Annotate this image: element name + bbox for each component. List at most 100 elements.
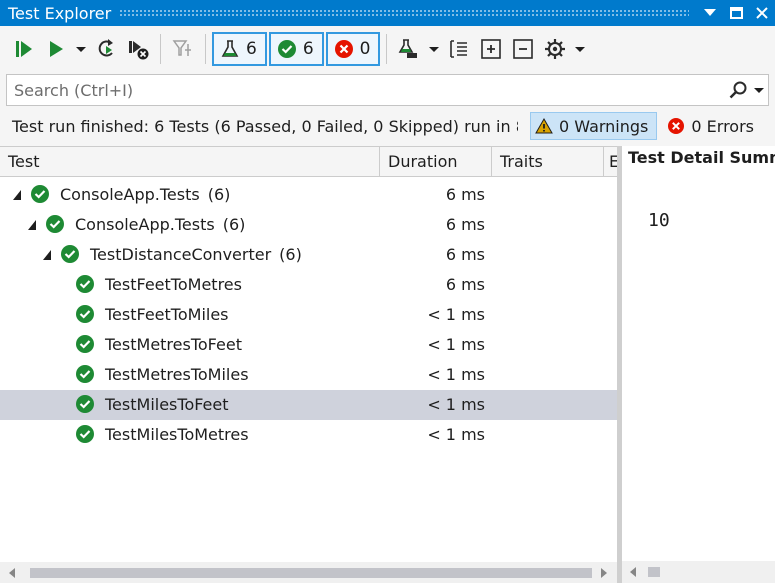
test-row[interactable]: TestMetresToFeet < 1 ms — [0, 330, 617, 360]
test-row[interactable]: ConsoleApp.Tests (6) 6 ms — [0, 210, 617, 240]
scrollbar-thumb[interactable] — [30, 568, 592, 578]
passed-tests-count: 6 — [302, 39, 314, 59]
test-name-text: TestMilesToMetres — [105, 425, 249, 444]
gear-icon[interactable] — [539, 33, 571, 65]
test-count: (6) — [207, 185, 231, 204]
horizontal-scrollbar[interactable] — [0, 562, 617, 583]
detail-title: Test Detail Summary — [628, 148, 775, 167]
test-count: (6) — [222, 215, 246, 234]
playlist-icon[interactable] — [393, 33, 425, 65]
run-summary: Test run finished: 6 Tests (6 Passed, 0 … — [12, 116, 518, 136]
detail-horizontal-scrollbar[interactable] — [622, 561, 775, 583]
passed-icon — [76, 335, 94, 353]
filter-icon[interactable] — [167, 33, 199, 65]
column-header-traits[interactable]: Traits — [492, 147, 604, 177]
test-name-text: ConsoleApp.Tests — [60, 185, 200, 204]
title-bar: Test Explorer — [0, 0, 775, 26]
passed-icon — [31, 185, 49, 203]
detail-value: 10 — [648, 210, 670, 231]
expand-triangle-icon[interactable] — [42, 249, 52, 261]
run-icon[interactable] — [40, 33, 72, 65]
test-name: TestMilesToFeet — [105, 390, 229, 420]
test-name: TestFeetToMiles — [105, 300, 229, 330]
passed-icon — [76, 425, 94, 443]
test-duration: < 1 ms — [427, 305, 485, 324]
drag-grip[interactable] — [119, 9, 689, 17]
toolbar: 6 6 0 — [0, 26, 775, 72]
test-name-text: ConsoleApp.Tests — [75, 215, 215, 234]
test-row[interactable]: TestMilesToMetres < 1 ms — [0, 420, 617, 450]
repeat-last-run-icon[interactable] — [90, 33, 122, 65]
test-name: TestMilesToMetres — [105, 420, 249, 450]
status-bar: Test run finished: 6 Tests (6 Passed, 0 … — [0, 110, 775, 142]
test-duration: < 1 ms — [427, 425, 485, 444]
list-header: Test Duration Traits E — [0, 147, 617, 177]
test-name-text: TestMetresToFeet — [105, 335, 242, 354]
expand-triangle-icon[interactable] — [27, 219, 37, 231]
test-name: ConsoleApp.Tests (6) — [60, 180, 230, 210]
passed-icon — [76, 365, 94, 383]
passed-tests-filter[interactable]: 6 — [268, 32, 324, 66]
passed-icon — [76, 305, 94, 323]
run-all-icon[interactable] — [8, 33, 40, 65]
warnings-button[interactable]: 0 Warnings — [530, 112, 658, 140]
column-header-error[interactable]: E — [604, 147, 617, 177]
test-duration: 6 ms — [445, 185, 485, 204]
test-name: ConsoleApp.Tests (6) — [75, 210, 245, 240]
playlist-dropdown-icon[interactable] — [425, 33, 443, 65]
total-tests-count: 6 — [246, 39, 257, 59]
test-duration: < 1 ms — [427, 395, 485, 414]
failed-tests-filter[interactable]: 0 — [325, 32, 381, 66]
search-input[interactable] — [14, 80, 726, 100]
failed-icon — [334, 40, 353, 58]
dropdown-icon[interactable] — [697, 0, 723, 26]
passed-icon — [76, 275, 94, 293]
test-row[interactable]: TestFeetToMetres 6 ms — [0, 270, 617, 300]
passed-icon — [61, 245, 79, 263]
flask-icon — [221, 40, 239, 57]
scrollbar-thumb[interactable] — [648, 567, 660, 577]
expand-all-icon[interactable] — [475, 33, 507, 65]
errors-label: 0 Errors — [691, 116, 754, 136]
expand-triangle-icon[interactable] — [12, 189, 22, 201]
passed-icon — [46, 215, 64, 233]
search-options-dropdown-icon[interactable] — [750, 87, 768, 93]
test-name-text: TestDistanceConverter — [90, 245, 272, 264]
test-detail-panel: Test Detail Summary 10 — [622, 146, 775, 583]
collapse-all-icon[interactable] — [507, 33, 539, 65]
group-by-icon[interactable] — [443, 33, 475, 65]
test-row[interactable]: TestFeetToMiles < 1 ms — [0, 300, 617, 330]
errors-button[interactable]: 0 Errors — [667, 117, 754, 136]
test-list: Test Duration Traits E ConsoleApp.Tests (… — [0, 146, 617, 583]
scroll-left-icon[interactable] — [630, 567, 636, 577]
column-header-duration[interactable]: Duration — [380, 147, 492, 177]
search-box — [6, 74, 769, 106]
test-duration: 6 ms — [445, 245, 485, 264]
test-name: TestMetresToFeet — [105, 330, 242, 360]
scroll-left-icon[interactable] — [9, 568, 15, 578]
test-row[interactable]: ConsoleApp.Tests (6) 6 ms — [0, 180, 617, 210]
close-icon[interactable] — [749, 0, 775, 26]
test-row[interactable]: TestMetresToMiles < 1 ms — [0, 360, 617, 390]
test-row[interactable]: TestMilesToFeet < 1 ms — [0, 390, 617, 420]
maximize-icon[interactable] — [723, 0, 749, 26]
column-header-test[interactable]: Test — [0, 147, 380, 177]
test-duration: 6 ms — [445, 275, 485, 294]
test-row[interactable]: TestDistanceConverter (6) 6 ms — [0, 240, 617, 270]
search-icon[interactable] — [726, 81, 750, 99]
passed-icon — [277, 40, 296, 58]
total-tests-filter[interactable]: 6 — [212, 32, 267, 66]
settings-dropdown-icon[interactable] — [571, 33, 589, 65]
test-count: (6) — [279, 245, 302, 264]
failed-tests-count: 0 — [359, 39, 371, 59]
run-dropdown-icon[interactable] — [72, 33, 90, 65]
warning-icon — [535, 118, 553, 134]
test-name-text: TestFeetToMiles — [105, 305, 229, 324]
test-name: TestFeetToMetres — [105, 270, 242, 300]
test-name-text: TestFeetToMetres — [105, 275, 242, 294]
test-rows: ConsoleApp.Tests (6) 6 ms ConsoleApp.Tests (… — [0, 180, 617, 450]
test-name: TestMetresToMiles — [105, 360, 249, 390]
cancel-run-icon[interactable] — [122, 33, 154, 65]
error-icon — [668, 118, 685, 134]
scroll-right-icon[interactable] — [601, 568, 607, 578]
